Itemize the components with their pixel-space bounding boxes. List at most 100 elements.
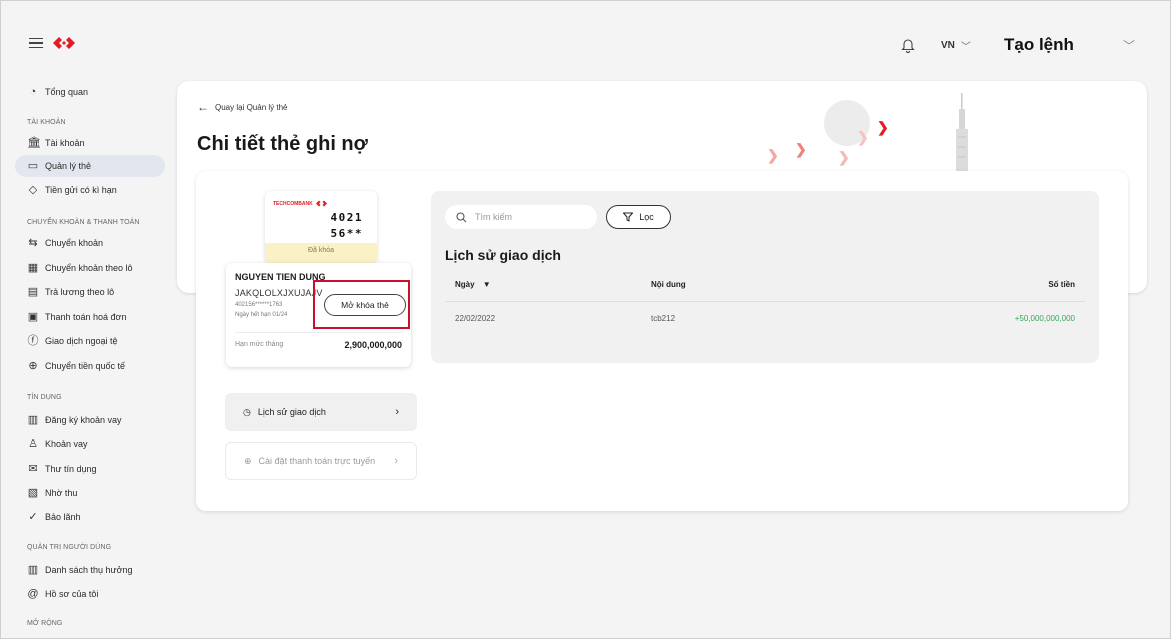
sidebar-item-label: Chuyển khoản theo lô [45,263,133,273]
sidebar-item-batch-transfer[interactable]: ▦ Chuyển khoản theo lô [15,257,165,279]
row-amount: +50,000,000,000 [1014,314,1075,323]
dashboard-icon: ◔ [29,86,37,98]
bell-icon[interactable] [901,37,915,53]
loan-icon: ♙ [28,438,38,450]
column-header-amount: Số tiền [1048,280,1075,289]
page-title: Chi tiết thẻ ghi nợ [197,133,368,155]
sidebar-item-label: Giao dịch ngoại tệ [45,336,118,346]
sidebar-item-loan-register[interactable]: ▥ Đăng ký khoản vay [15,409,165,431]
card-holder-subtitle: JAKQLOLXJXUJAJV [235,288,323,298]
search-icon [456,211,467,222]
sidebar-item-letter-of-credit[interactable]: ✉ Thư tín dụng [15,458,165,480]
filter-label: Lọc [639,212,654,222]
card-status-badge: Đã khóa [265,243,377,263]
chevron-down-icon: ﹀ [960,42,971,53]
divider [235,332,403,333]
globe-settings-icon: ⊕ [244,455,252,466]
chevron-decoration-icon: ❯ [877,119,889,135]
sidebar-item-overview[interactable]: ◔ Tổng quan [15,81,165,103]
beneficiary-icon: ▥ [27,564,39,576]
card-detail-panel: TECHCOMBANK 4021 56** Đã khóa NGUYEN TIE… [196,171,1128,511]
divider [445,301,1085,302]
sidebar-item-label: Bảo lãnh [45,512,81,522]
bill-icon: ▣ [27,311,39,323]
search-placeholder: Tìm kiếm [475,212,512,222]
bank-name: TECHCOMBANK [273,200,313,207]
sidebar-item-international[interactable]: ⊕ Chuyển tiền quốc tế [15,355,165,377]
bank-icon: 🏛 [27,137,41,149]
sidebar-item-bill-payment[interactable]: ▣ Thanh toán hoá đơn [15,306,165,328]
sidebar-item-loan[interactable]: ♙ Khoản vay [15,433,165,455]
search-input[interactable]: Tìm kiếm [445,205,597,229]
sidebar-item-beneficiaries[interactable]: ▥ Danh sách thụ hưởng [15,559,165,581]
card-expiry: Ngày hết hạn 01/24 [235,312,288,318]
sidebar-item-label: Thanh toán hoá đơn [45,312,127,322]
sidebar-item-transfer[interactable]: ⇆ Chuyển khoản [15,232,165,254]
highlight-annotation-box [313,280,410,329]
chevron-down-icon[interactable]: ﹀ [1123,37,1135,54]
sidebar-item-card-management[interactable]: ▭ Quản lý thẻ [15,155,165,177]
sidebar-item-label: Chuyển tiền quốc tế [45,361,126,371]
techcombank-logo-icon[interactable] [53,36,75,50]
sidebar-item-label: Chuyển khoản [45,238,104,248]
online-payment-settings-button[interactable]: ⊕ Cài đặt thanh toán trực tuyến › [225,442,417,480]
menu-icon[interactable] [29,38,43,48]
sidebar-item-label: Thư tín dụng [45,464,97,474]
create-order-button[interactable]: Tạo lệnh [1004,35,1074,55]
monthly-limit-value: 2,900,000,000 [344,340,402,350]
language-selector[interactable]: VN ﹀ [941,38,971,53]
sidebar-section-account: TÀI KHOẢN [27,119,66,126]
card-number-line1: 4021 [330,211,363,224]
sidebar-item-payroll[interactable]: ▤ Trả lương theo lô [15,281,165,303]
sidebar-item-accounts[interactable]: 🏛 Tài khoản [15,132,165,154]
sidebar-item-label: Khoản vay [45,439,88,449]
sidebar-item-collection[interactable]: ▧ Nhờ thu [15,482,165,504]
sidebar-item-label: Trả lương theo lô [45,287,115,297]
app-window: VN ﹀ Tạo lệnh ﹀ ◔ Tổng quan TÀI KHOẢN 🏛 … [0,0,1171,639]
filter-button[interactable]: Lọc [606,205,671,229]
guarantee-icon: ✓ [28,511,38,523]
menu-label: Cài đặt thanh toán trực tuyến [258,456,376,466]
sidebar-item-profile[interactable]: @ Hồ sơ của tôi [15,583,165,605]
fx-icon: ⓕ [27,335,39,347]
column-header-label: Ngày [455,280,475,289]
row-content: tcb212 [651,314,676,323]
transaction-history-menu-button[interactable]: ◷ Lịch sử giao dịch › [225,393,417,431]
sidebar-section-admin: QUẢN TRỊ NGƯỜI DÙNG [27,544,112,551]
card-info-box: NGUYEN TIEN DUNG JAKQLOLXJXUJAJV 402156*… [226,263,411,367]
masked-card-number: 402156******1763 [235,302,283,308]
chevron-right-icon: › [395,406,399,418]
sidebar-item-label: Đăng ký khoản vay [45,415,122,425]
top-bar: VN ﹀ Tạo lệnh ﹀ [1,1,1170,77]
transaction-history-title: Lịch sử giao dịch [445,247,561,263]
profile-icon: @ [27,588,39,600]
sidebar-item-term-deposit[interactable]: ◇ Tiền gửi có kì hạn [15,179,165,201]
monthly-limit-label: Hạn mức tháng [235,341,284,348]
letter-icon: ✉ [28,463,38,475]
sidebar-section-extend: MỞ RỘNG [27,620,63,627]
chevron-decoration-icon: ❯ [838,149,850,165]
sidebar-item-guarantee[interactable]: ✓ Bảo lãnh [15,506,165,528]
card-holder-name: NGUYEN TIEN DUNG [235,272,326,282]
chevron-decoration-icon: ❯ [795,141,807,157]
sort-down-icon: ▼ [482,280,491,289]
back-link-label: Quay lại Quản lý thẻ [215,102,288,112]
deposit-icon: ◇ [28,184,38,196]
batch-transfer-icon: ▦ [27,262,39,274]
sidebar-section-transfer: CHUYỂN KHOẢN & THANH TOÁN [27,219,140,226]
sidebar-item-label: Tổng quan [45,87,89,97]
language-label: VN [941,40,955,51]
globe-icon: ⊕ [28,360,38,372]
sidebar-item-label: Quản lý thẻ [45,161,92,171]
transfer-icon: ⇆ [28,237,38,249]
column-header-content: Nội dung [651,280,686,289]
column-header-date[interactable]: Ngày ▼ [455,280,491,289]
transaction-history-panel: Tìm kiếm Lọc Lịch sử giao dịch Ngày ▼ Nộ… [431,191,1099,363]
sidebar: ◔ Tổng quan TÀI KHOẢN 🏛 Tài khoản ▭ Quản… [1,77,171,638]
back-link[interactable]: ← Quay lại Quản lý thẻ [197,100,287,114]
sidebar-item-label: Nhờ thu [45,488,78,498]
chevron-decoration-icon: ❯ [857,129,869,145]
sidebar-item-fx[interactable]: ⓕ Giao dịch ngoại tệ [15,330,165,352]
tower-illustration-icon [956,93,968,173]
menu-label: Lịch sử giao dịch [257,407,326,417]
